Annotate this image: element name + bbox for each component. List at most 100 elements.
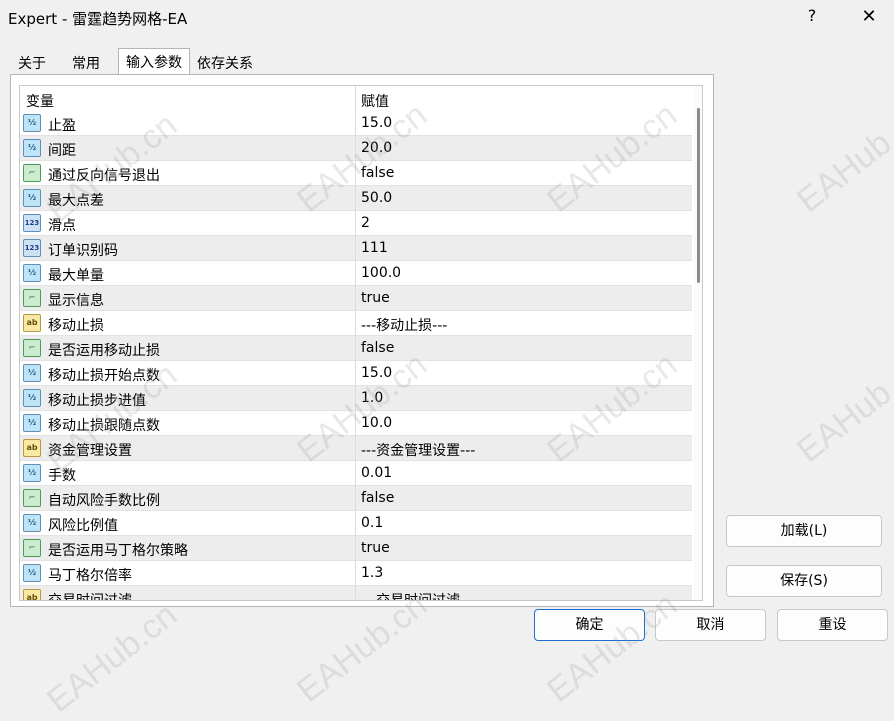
- cell-divider: [355, 336, 356, 361]
- parameter-row[interactable]: ½ 风险比例值 0.1: [20, 511, 692, 536]
- cell-divider: [355, 361, 356, 386]
- parameter-value[interactable]: false: [361, 490, 394, 506]
- parameter-name: 显示信息: [48, 293, 104, 309]
- input-parameters-panel: 变量 赋值 ½ 止盈 15.0 ½ 间距 20.0 ⌐ 通过反向信号退出 false ½ 最大点差 5…: [10, 74, 714, 607]
- scrollbar-thumb[interactable]: [697, 108, 700, 283]
- parameter-row[interactable]: ½ 止盈 15.0: [20, 111, 692, 136]
- parameter-value[interactable]: 15.0: [361, 365, 392, 381]
- tab-strip: 关于 常用 输入参数 依存关系: [8, 48, 888, 74]
- cancel-button[interactable]: 取消: [655, 609, 766, 641]
- parameter-value[interactable]: 20.0: [361, 140, 392, 156]
- parameter-value[interactable]: ---资金管理设置---: [361, 440, 475, 460]
- parameter-row[interactable]: ab 移动止损 ---移动止损---: [20, 311, 692, 336]
- tab-input-parameters[interactable]: 输入参数: [118, 48, 190, 74]
- parameter-name: 移动止损开始点数: [48, 368, 160, 384]
- save-button[interactable]: 保存(S): [726, 565, 882, 597]
- tab-about[interactable]: 关于: [8, 50, 56, 74]
- parameter-name: 间距: [48, 143, 76, 159]
- parameter-name: 移动止损步进值: [48, 393, 146, 409]
- parameter-row[interactable]: ⌐ 是否运用移动止损 false: [20, 336, 692, 361]
- parameter-value[interactable]: 100.0: [361, 265, 401, 281]
- cell-divider: [355, 236, 356, 261]
- boolean-type-icon: ⌐: [23, 289, 41, 307]
- watermark: EAHub.cn: [790, 95, 894, 220]
- parameter-row[interactable]: ⌐ 是否运用马丁格尔策略 true: [20, 536, 692, 561]
- double-type-icon: ½: [23, 564, 41, 582]
- parameter-value[interactable]: 15.0: [361, 115, 392, 131]
- parameter-value[interactable]: 10.0: [361, 415, 392, 431]
- parameter-value[interactable]: 1.0: [361, 390, 383, 406]
- parameter-row[interactable]: ⌐ 自动风险手数比例 false: [20, 486, 692, 511]
- cell-divider: [355, 311, 356, 336]
- help-button[interactable]: ?: [802, 6, 822, 30]
- parameter-name: 是否运用马丁格尔策略: [48, 543, 188, 559]
- cell-divider: [355, 486, 356, 511]
- string-type-icon: ab: [23, 589, 41, 600]
- watermark: EAHub.cn: [790, 345, 894, 470]
- parameter-row[interactable]: ½ 移动止损步进值 1.0: [20, 386, 692, 411]
- column-header-variable[interactable]: 变量: [26, 91, 54, 111]
- parameter-row[interactable]: ½ 间距 20.0: [20, 136, 692, 161]
- boolean-type-icon: ⌐: [23, 164, 41, 182]
- grid-header: 变量 赋值: [20, 86, 692, 111]
- parameter-name: 手数: [48, 468, 76, 484]
- vertical-scrollbar[interactable]: [694, 86, 702, 600]
- double-type-icon: ½: [23, 514, 41, 532]
- parameter-row[interactable]: ½ 移动止损跟随点数 10.0: [20, 411, 692, 436]
- parameter-name: 移动止损跟随点数: [48, 418, 160, 434]
- parameter-value[interactable]: 0.01: [361, 465, 392, 481]
- string-type-icon: ab: [23, 439, 41, 457]
- parameter-row[interactable]: ⌐ 通过反向信号退出 false: [20, 161, 692, 186]
- parameter-value[interactable]: 1.3: [361, 565, 383, 581]
- load-button[interactable]: 加载(L): [726, 515, 882, 547]
- parameter-value[interactable]: 111: [361, 240, 388, 256]
- window-title: Expert - 雷霆趋势网格-EA: [8, 10, 188, 28]
- watermark: EAHub.cn: [40, 595, 185, 720]
- cell-divider: [355, 561, 356, 586]
- parameter-row[interactable]: ½ 马丁格尔倍率 1.3: [20, 561, 692, 586]
- cell-divider: [355, 186, 356, 211]
- column-header-value[interactable]: 赋值: [361, 91, 389, 111]
- cell-divider: [355, 136, 356, 161]
- close-button[interactable]: ✕: [856, 6, 882, 30]
- tab-common[interactable]: 常用: [62, 50, 110, 74]
- parameter-row[interactable]: ab 交易时间过滤 ---交易时间过滤---: [20, 586, 692, 601]
- cell-divider: [355, 386, 356, 411]
- parameter-row[interactable]: ½ 移动止损开始点数 15.0: [20, 361, 692, 386]
- integer-type-icon: 123: [23, 239, 41, 257]
- cell-divider: [355, 511, 356, 536]
- tab-dependencies[interactable]: 依存关系: [192, 50, 258, 74]
- cell-divider: [355, 586, 356, 600]
- parameter-row[interactable]: ½ 最大点差 50.0: [20, 186, 692, 211]
- reset-button[interactable]: 重设: [777, 609, 888, 641]
- parameter-value[interactable]: 0.1: [361, 515, 383, 531]
- double-type-icon: ½: [23, 189, 41, 207]
- parameter-row[interactable]: ½ 手数 0.01: [20, 461, 692, 486]
- column-divider[interactable]: [355, 86, 356, 111]
- double-type-icon: ½: [23, 139, 41, 157]
- cell-divider: [355, 211, 356, 236]
- parameter-row[interactable]: ½ 最大单量 100.0: [20, 261, 692, 286]
- parameter-name: 交易时间过滤: [48, 593, 132, 601]
- parameter-row[interactable]: 123 滑点 2: [20, 211, 692, 236]
- cell-divider: [355, 436, 356, 461]
- double-type-icon: ½: [23, 364, 41, 382]
- parameter-value[interactable]: false: [361, 340, 394, 356]
- parameter-value[interactable]: true: [361, 290, 390, 306]
- parameter-value[interactable]: ---交易时间过滤---: [361, 590, 475, 600]
- parameter-name: 通过反向信号退出: [48, 168, 160, 184]
- parameter-value[interactable]: ---移动止损---: [361, 315, 447, 335]
- parameter-name: 马丁格尔倍率: [48, 568, 132, 584]
- parameter-value[interactable]: false: [361, 165, 394, 181]
- parameter-row[interactable]: 123 订单识别码 111: [20, 236, 692, 261]
- parameter-name: 止盈: [48, 118, 76, 134]
- cell-divider: [355, 111, 356, 136]
- double-type-icon: ½: [23, 464, 41, 482]
- parameter-value[interactable]: 2: [361, 215, 370, 231]
- parameter-row[interactable]: ab 资金管理设置 ---资金管理设置---: [20, 436, 692, 461]
- string-type-icon: ab: [23, 314, 41, 332]
- parameter-value[interactable]: true: [361, 540, 390, 556]
- ok-button[interactable]: 确定: [534, 609, 645, 641]
- parameter-value[interactable]: 50.0: [361, 190, 392, 206]
- parameter-row[interactable]: ⌐ 显示信息 true: [20, 286, 692, 311]
